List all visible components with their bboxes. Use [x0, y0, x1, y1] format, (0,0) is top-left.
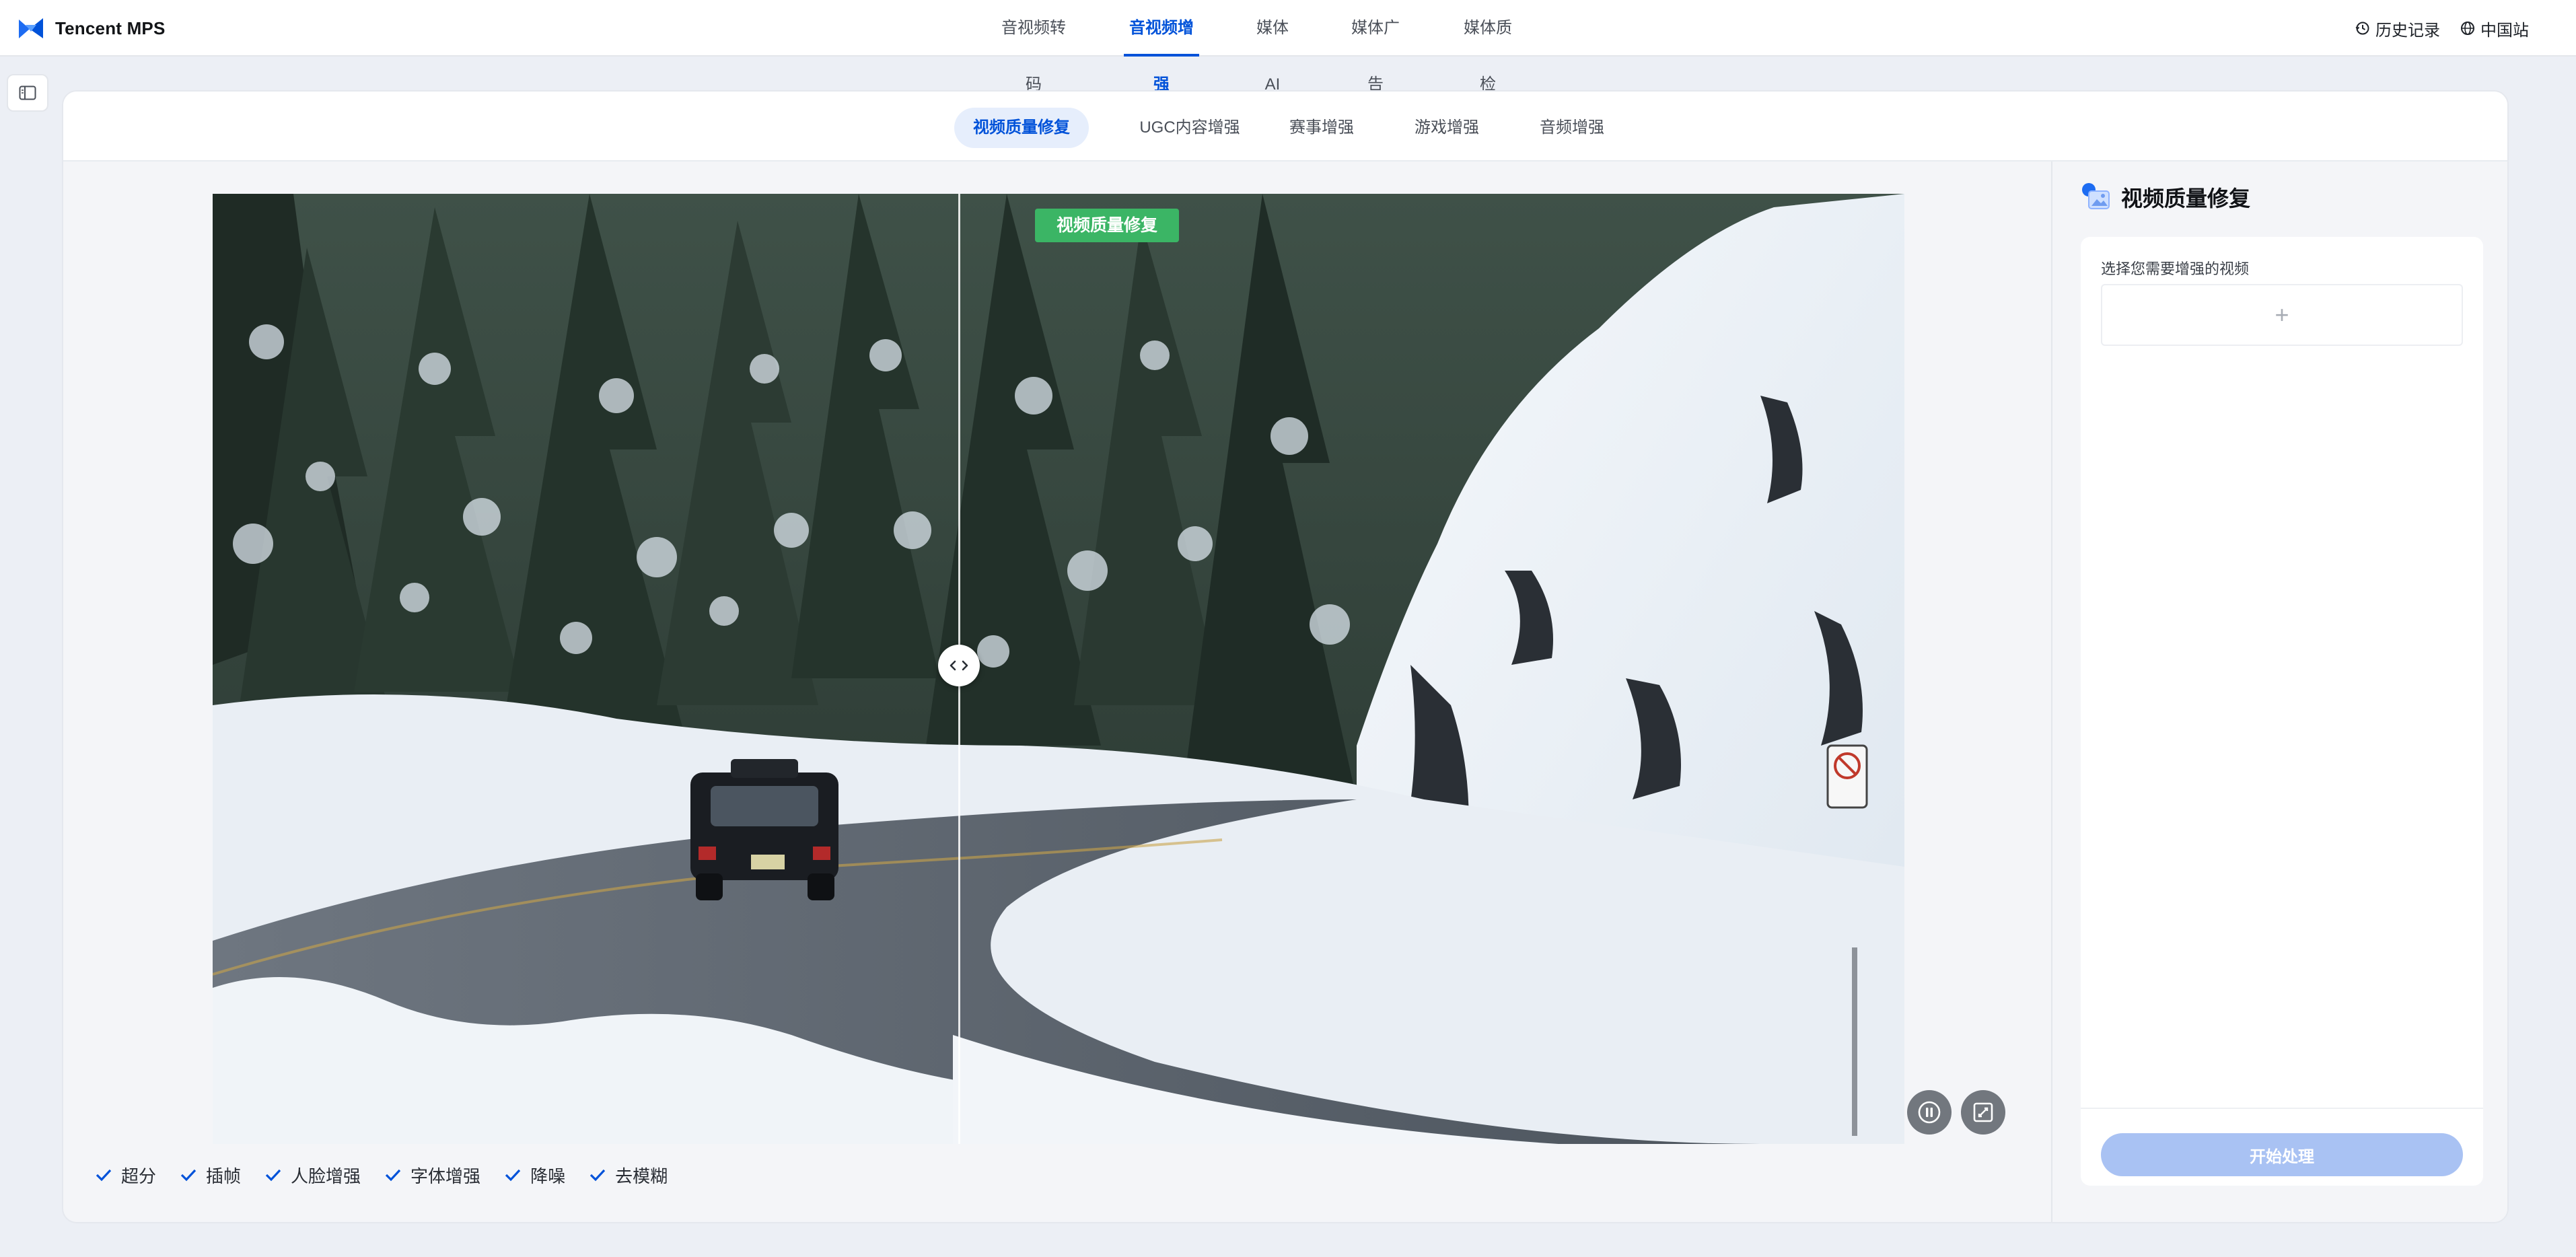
feature-label: 超分	[121, 1165, 157, 1186]
check-icon	[96, 1169, 112, 1182]
feature-label: 人脸增强	[291, 1165, 361, 1186]
region-label: 中国站	[2480, 21, 2529, 40]
enhanced-badge: 视频质量修复	[1035, 209, 1180, 242]
pause-icon	[1918, 1101, 1941, 1124]
nav-item-enhance[interactable]: 音视频增强	[1124, 0, 1199, 94]
compare-slider-handle[interactable]	[938, 645, 980, 686]
panel-title: 视频质量修复	[2081, 182, 2250, 213]
sidebar-toggle-button[interactable]	[7, 74, 48, 112]
check-icon	[385, 1169, 401, 1182]
tab-video-quality-repair[interactable]: 视频质量修复	[954, 108, 1089, 148]
car-illustration	[690, 759, 838, 900]
nav-item-transcode[interactable]: 音视频转码	[996, 0, 1071, 94]
feature-item: 超分	[96, 1163, 156, 1188]
feature-label: 插帧	[206, 1165, 242, 1186]
tab-game-enhance[interactable]: 游戏增强	[1400, 108, 1494, 148]
history-label: 历史记录	[2375, 21, 2440, 40]
check-icon	[265, 1169, 281, 1182]
check-icon	[589, 1169, 606, 1182]
start-processing-button[interactable]: 开始处理	[2101, 1133, 2463, 1176]
feature-list: 超分 插帧 人脸增强 字体增强 降噪 去模糊	[96, 1161, 692, 1188]
globe-icon	[2461, 22, 2474, 35]
feature-label: 降噪	[530, 1165, 566, 1186]
main-nav: 音视频转码 音视频增强 媒体AI 媒体广告 媒体质检	[0, 0, 2576, 94]
brand[interactable]: Tencent MPS	[17, 0, 166, 57]
feature-item: 插帧	[180, 1163, 241, 1188]
tab-ugc-enhance[interactable]: UGC内容增强	[1122, 108, 1257, 148]
nav-item-media-qc[interactable]: 媒体质检	[1456, 0, 1519, 94]
feature-item: 去模糊	[589, 1163, 668, 1188]
check-icon	[180, 1169, 196, 1182]
video-repair-icon	[2082, 183, 2110, 209]
select-video-label: 选择您需要增强的视频	[2101, 260, 2250, 277]
feature-label: 字体增强	[410, 1165, 481, 1186]
video-frame	[213, 194, 1904, 1144]
nav-item-media-ads[interactable]: 媒体广告	[1345, 0, 1406, 94]
fullscreen-icon	[1973, 1102, 1993, 1122]
brand-name: Tencent MPS	[55, 17, 166, 38]
settings-panel: 视频质量修复 选择您需要增强的视频 + 开始处理	[2051, 161, 2507, 1222]
tab-sports-enhance[interactable]: 赛事增强	[1275, 108, 1369, 148]
pause-button[interactable]	[1907, 1090, 1952, 1135]
top-right-actions: 历史记录 中国站	[2355, 0, 2529, 57]
history-link[interactable]: 历史记录	[2355, 17, 2440, 40]
main-card: 视频质量修复 UGC内容增强 赛事增强 游戏增强 音频增强 视频质量修复 超分 …	[62, 90, 2509, 1223]
feature-item: 字体增强	[385, 1163, 480, 1188]
history-icon	[2355, 22, 2369, 35]
tab-audio-enhance[interactable]: 音频增强	[1525, 108, 1619, 148]
fullscreen-button[interactable]	[1961, 1090, 2005, 1135]
plus-icon: +	[2275, 301, 2289, 328]
divider	[2081, 1108, 2483, 1109]
sidebar-panel-icon	[19, 85, 36, 100]
feature-item: 人脸增强	[265, 1163, 361, 1188]
arrows-left-right-icon	[950, 660, 968, 671]
mps-logo-icon	[19, 18, 43, 38]
nav-item-media-ai[interactable]: 媒体AI	[1249, 0, 1296, 94]
sub-tabs: 视频质量修复 UGC内容增强 赛事增强 游戏增强 音频增强	[63, 92, 2507, 161]
upload-card: 选择您需要增强的视频 + 开始处理	[2081, 237, 2483, 1186]
panel-title-text: 视频质量修复	[2121, 186, 2251, 211]
region-selector[interactable]: 中国站	[2460, 17, 2529, 40]
feature-label: 去模糊	[615, 1165, 668, 1186]
check-icon	[505, 1169, 521, 1182]
compare-video-viewer[interactable]: 视频质量修复	[213, 194, 1904, 1144]
video-upload-area[interactable]: +	[2101, 284, 2463, 346]
top-navigation-bar: Tencent MPS 音视频转码 音视频增强 媒体AI 媒体广告 媒体质检 历…	[0, 0, 2576, 94]
feature-item: 降噪	[505, 1163, 565, 1188]
